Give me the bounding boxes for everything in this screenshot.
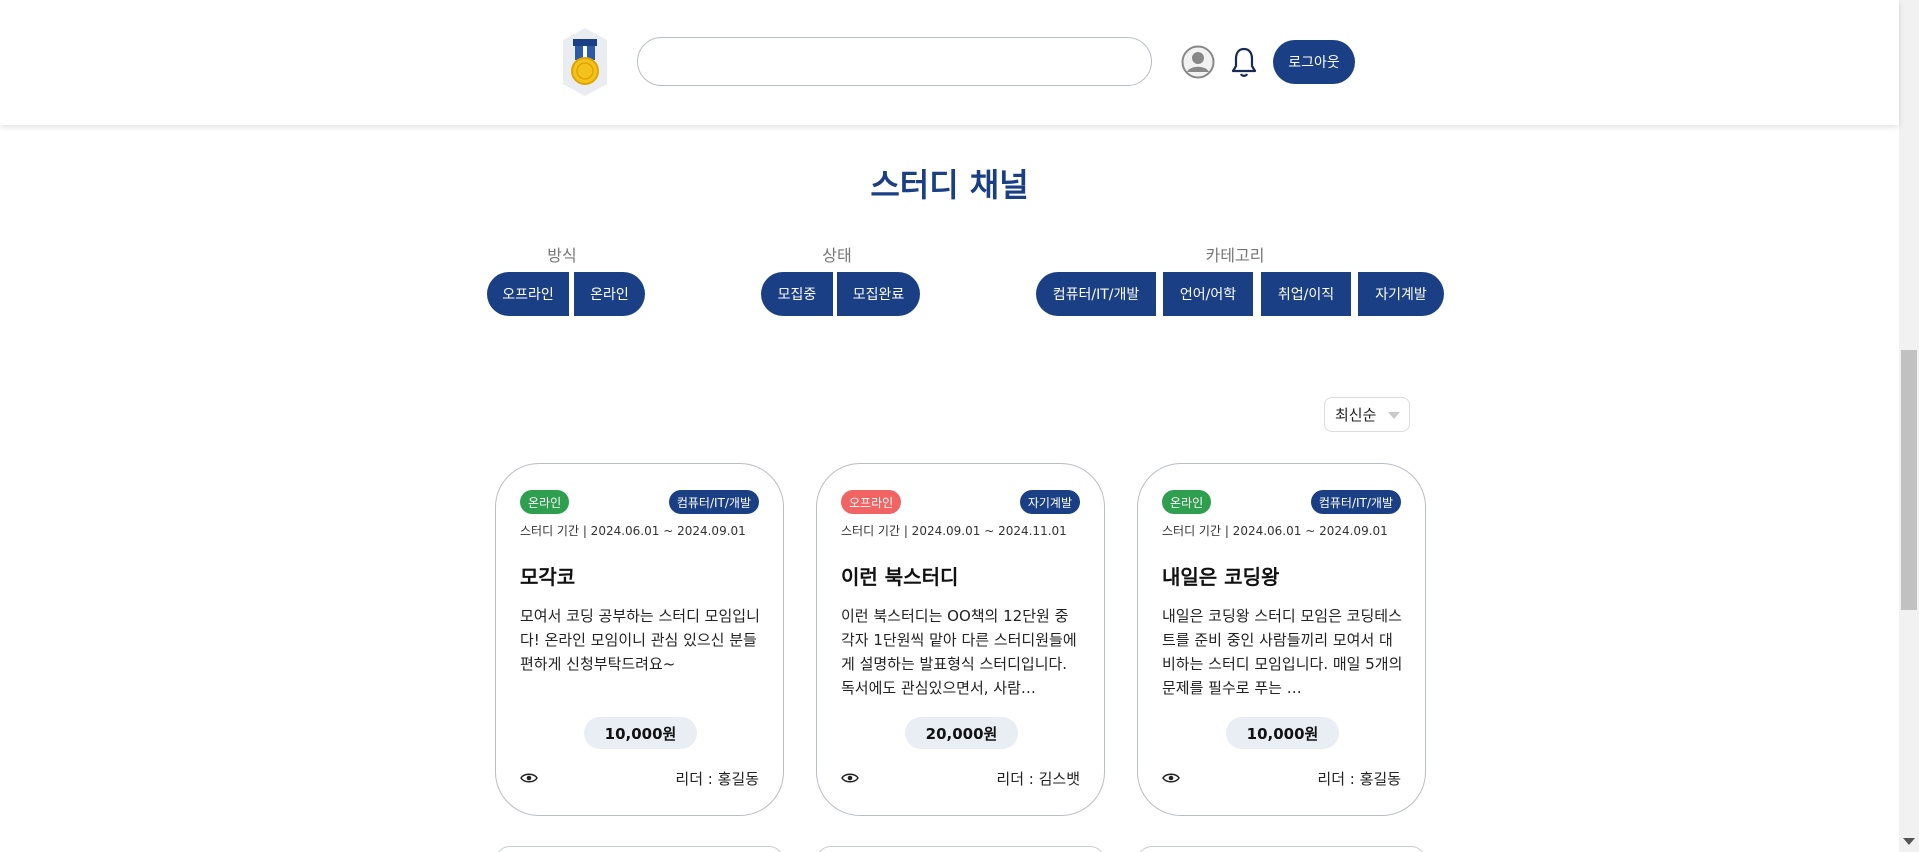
- search-input[interactable]: [637, 37, 1152, 86]
- filter-recruiting-button[interactable]: 모집중: [761, 272, 833, 316]
- study-description: 모여서 코딩 공부하는 스터디 모임입니다! 온라인 모임이니 관심 있으신 분…: [520, 607, 760, 673]
- study-card-next-row[interactable]: [495, 846, 784, 852]
- filter-category-it-button[interactable]: 컴퓨터/IT/개발: [1036, 272, 1156, 316]
- eye-icon: [841, 773, 859, 783]
- eye-icon: [1162, 773, 1180, 783]
- category-badge: 컴퓨터/IT/개발: [668, 490, 759, 514]
- study-title: 모각코: [520, 565, 576, 589]
- scroll-down-arrow-icon[interactable]: [1903, 838, 1915, 845]
- chevron-down-icon: [1388, 412, 1400, 419]
- page-scrollbar[interactable]: [1899, 0, 1919, 852]
- mode-badge: 오프라인: [841, 490, 902, 514]
- filter-category-career-button[interactable]: 취업/이직: [1261, 272, 1351, 316]
- leader-name: 리더 : 홍길동: [1317, 770, 1401, 788]
- study-period: 스터디 기간 | 2024.06.01 ~ 2024.09.01: [520, 524, 746, 538]
- study-card[interactable]: 온라인 컴퓨터/IT/개발 스터디 기간 | 2024.06.01 ~ 2024…: [1137, 463, 1426, 816]
- sort-select[interactable]: 최신순: [1324, 397, 1410, 432]
- eye-icon: [520, 773, 538, 783]
- notification-bell-icon[interactable]: [1230, 46, 1258, 78]
- study-period: 스터디 기간 | 2024.09.01 ~ 2024.11.01: [841, 524, 1067, 538]
- category-badge: 컴퓨터/IT/개발: [1310, 490, 1401, 514]
- filter-label-category: 카테고리: [1205, 246, 1265, 265]
- filter-label-method: 방식: [547, 246, 577, 265]
- study-description: 이런 북스터디는 OO책의 12단원 중 각자 1단원씩 맡아 다른 스터디원들…: [841, 607, 1077, 697]
- mode-badge: 온라인: [520, 490, 570, 514]
- top-header: 로그아웃: [0, 0, 1899, 125]
- filter-category-selfdev-button[interactable]: 자기계발: [1358, 272, 1444, 316]
- price-tag: 20,000원: [905, 717, 1018, 749]
- study-title: 내일은 코딩왕: [1162, 565, 1280, 589]
- study-period: 스터디 기간 | 2024.06.01 ~ 2024.09.01: [1162, 524, 1388, 538]
- study-card[interactable]: 온라인 컴퓨터/IT/개발 스터디 기간 | 2024.06.01 ~ 2024…: [495, 463, 784, 816]
- filter-recruit-closed-button[interactable]: 모집완료: [837, 272, 920, 316]
- scrollbar-thumb[interactable]: [1901, 350, 1917, 610]
- study-title: 이런 북스터디: [841, 565, 959, 589]
- category-badge: 자기계발: [1019, 490, 1080, 514]
- filter-category-language-button[interactable]: 언어/어학: [1163, 272, 1253, 316]
- leader-name: 리더 : 김스뱃: [996, 770, 1080, 788]
- price-tag: 10,000원: [1226, 717, 1339, 749]
- page-title: 스터디 채널: [870, 166, 1029, 204]
- user-profile-icon[interactable]: [1181, 45, 1215, 79]
- filter-offline-button[interactable]: 오프라인: [487, 272, 569, 316]
- leader-name: 리더 : 홍길동: [675, 770, 759, 788]
- study-card-next-row[interactable]: [816, 846, 1105, 852]
- logout-button[interactable]: 로그아웃: [1273, 40, 1355, 84]
- study-card-next-row[interactable]: [1137, 846, 1426, 852]
- sort-selected-value: 최신순: [1335, 406, 1377, 424]
- price-tag: 10,000원: [584, 717, 697, 749]
- filter-label-status: 상태: [822, 246, 852, 265]
- mode-badge: 온라인: [1162, 490, 1212, 514]
- filter-online-button[interactable]: 온라인: [574, 272, 645, 316]
- medal-logo-icon[interactable]: [563, 28, 607, 96]
- study-description: 내일은 코딩왕 스터디 모임은 코딩테스트를 준비 중인 사람들끼리 모여서 대…: [1162, 607, 1403, 697]
- study-card[interactable]: 오프라인 자기계발 스터디 기간 | 2024.09.01 ~ 2024.11.…: [816, 463, 1105, 816]
